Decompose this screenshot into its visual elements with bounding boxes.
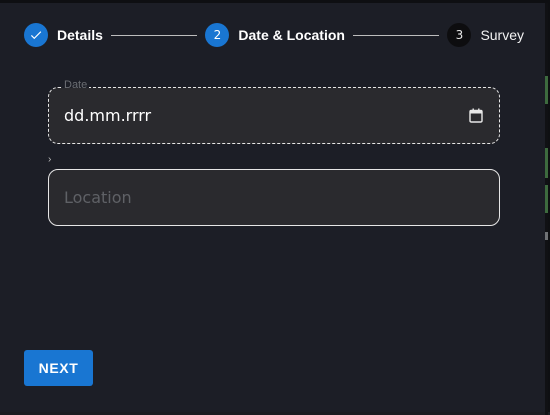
step-details[interactable]: Details	[24, 23, 103, 47]
date-field[interactable]: dd.mm.rrrr	[48, 87, 500, 144]
calendar-icon[interactable]	[469, 108, 483, 123]
step-label-survey: Survey	[480, 27, 525, 43]
step-label-details: Details	[57, 27, 103, 43]
check-icon	[24, 23, 48, 47]
step-date-location[interactable]: 2 Date & Location	[205, 23, 345, 47]
step-survey[interactable]: 3 Survey	[447, 23, 524, 47]
step-connector	[110, 34, 198, 36]
next-button[interactable]: NEXT	[24, 350, 93, 386]
step-number-date-location: 2	[205, 23, 230, 47]
step-label-date-location: Date & Location	[238, 27, 345, 43]
location-field[interactable]: Location	[48, 169, 500, 226]
step-connector	[352, 34, 440, 36]
background-page-edge	[545, 3, 548, 415]
date-input-value: dd.mm.rrrr	[64, 106, 152, 125]
stepper: Details 2 Date & Location 3 Survey	[24, 21, 524, 49]
date-field-label: Date	[62, 80, 90, 88]
stepper-dialog: Details 2 Date & Location 3 Survey dd.mm…	[0, 0, 550, 415]
field-error-marker: ›	[48, 154, 52, 165]
location-input-placeholder: Location	[64, 188, 132, 207]
step-number-survey: 3	[447, 23, 472, 47]
